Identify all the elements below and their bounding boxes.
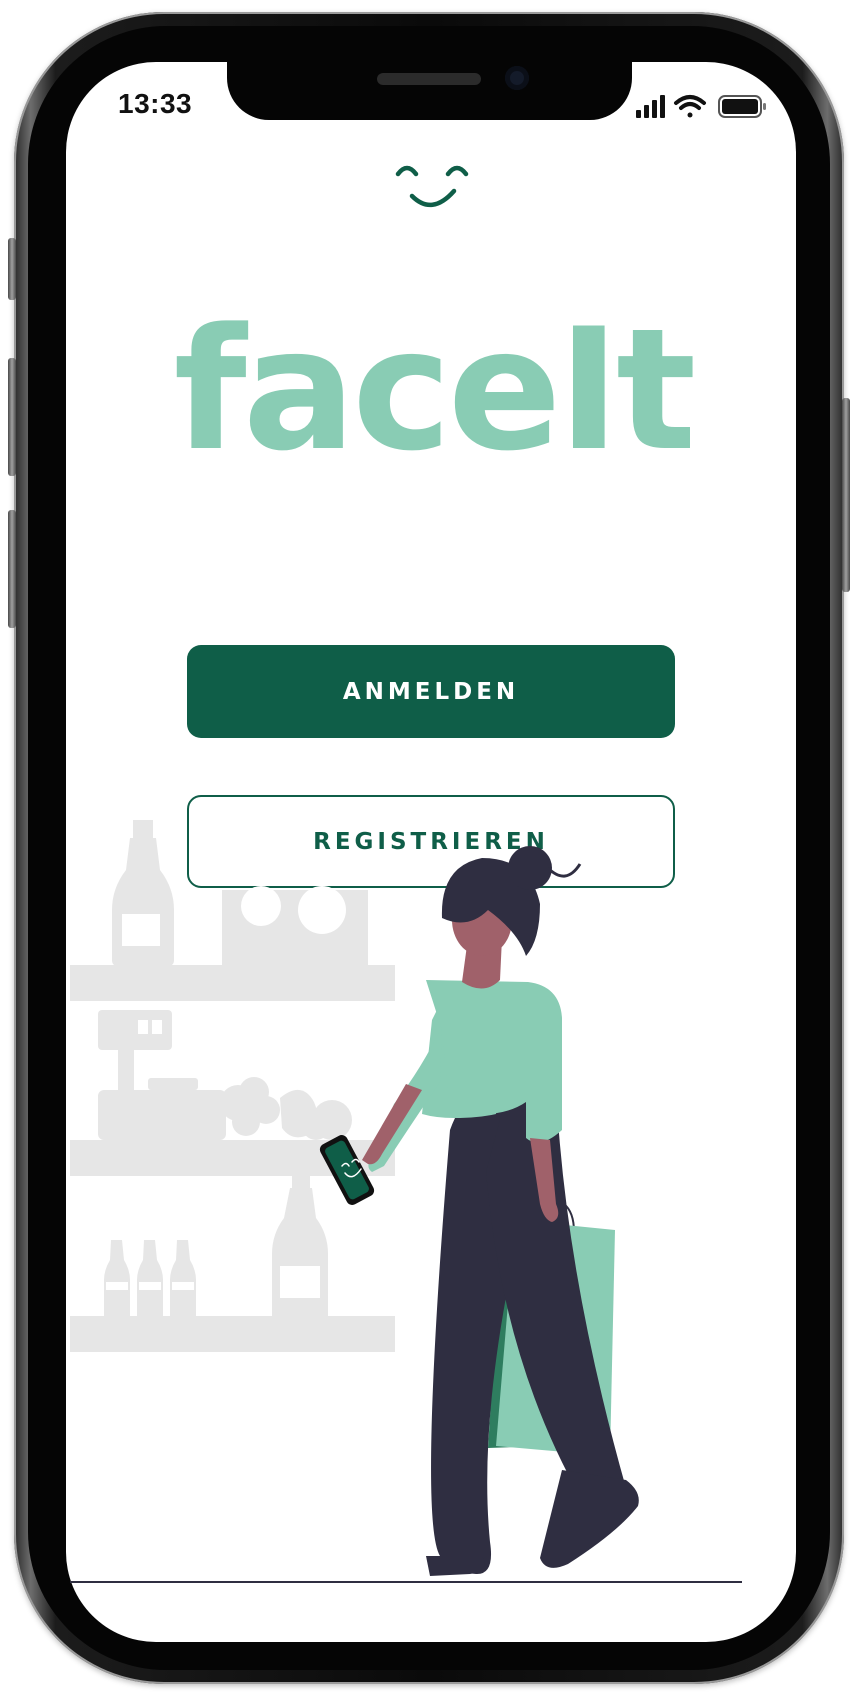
scale-icon (98, 1010, 226, 1140)
wifi-icon (674, 95, 706, 118)
phone-notch (227, 62, 632, 120)
battery-icon (718, 95, 766, 118)
phone-speaker (377, 73, 481, 85)
smile-face-icon (395, 165, 469, 207)
status-time: 13:33 (118, 88, 193, 119)
phone-volume-down-button (8, 510, 16, 628)
phone-mute-switch (8, 238, 16, 300)
front-camera (505, 66, 529, 90)
phone-power-button (842, 398, 850, 592)
ketchup-bottle-top (112, 820, 174, 966)
ketchup-bottle-bottom (272, 1172, 328, 1316)
jar-shapes (222, 886, 368, 966)
vegetables-icon (220, 1077, 352, 1140)
small-bottles (104, 1240, 196, 1316)
woman-shopping-illustration (70, 820, 742, 1583)
status-icons (636, 95, 766, 118)
woman-figure (362, 846, 639, 1576)
login-button[interactable]: ANMELDEN (187, 645, 675, 738)
cellular-signal-icon (636, 95, 665, 118)
phone-volume-up-button (8, 358, 16, 476)
brand-wordmark: faceIt (173, 292, 697, 488)
